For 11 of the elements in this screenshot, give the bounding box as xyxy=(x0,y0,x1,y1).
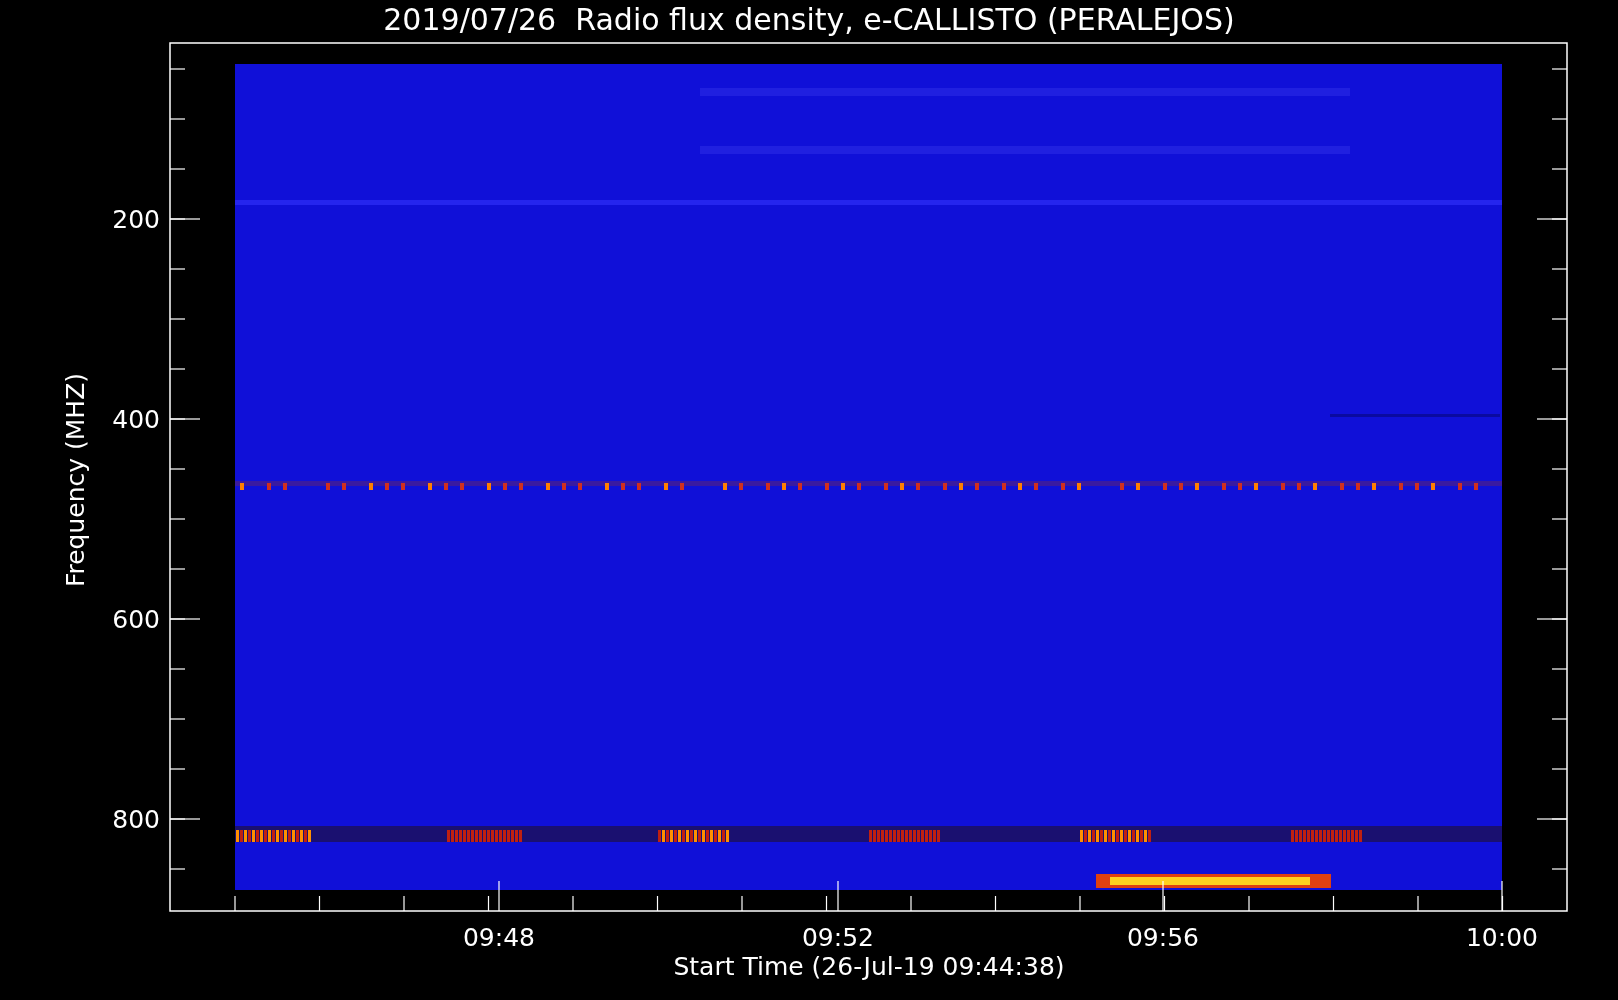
y-tick-label: 400 xyxy=(112,405,160,434)
x-tick-label: 10:00 xyxy=(1466,923,1538,952)
y-tick-label: 600 xyxy=(112,605,160,634)
plot-title: 2019/07/26 Radio flux density, e-CALLISTO (PERALEJOS) xyxy=(383,2,1235,37)
y-tick-label: 800 xyxy=(112,805,160,834)
x-axis-label: Start Time (26-Jul-19 09:44:38) xyxy=(673,952,1065,981)
x-tick-label: 09:48 xyxy=(463,923,535,952)
x-tick-label: 09:52 xyxy=(802,923,874,952)
y-axis-label: Frequency (MHZ) xyxy=(61,372,90,588)
y-tick-label: 200 xyxy=(112,205,160,234)
x-tick-label: 09:56 xyxy=(1127,923,1199,952)
